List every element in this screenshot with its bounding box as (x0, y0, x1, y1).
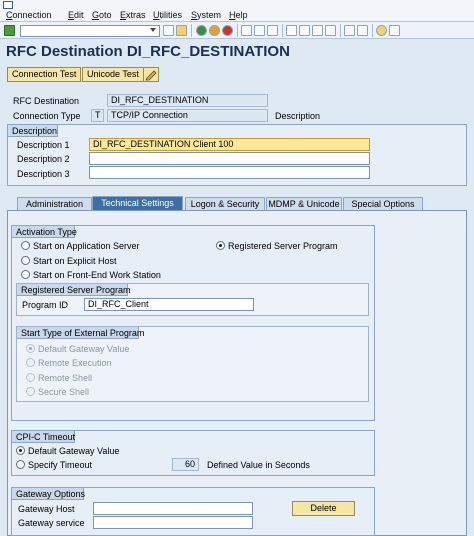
description-2-label: Description 2 (17, 154, 70, 164)
radio-registered-server-program[interactable] (216, 241, 225, 250)
pencil-icon (145, 70, 157, 81)
connection-type-label: Connection Type (13, 111, 81, 121)
radio-cpic-default-gateway[interactable] (16, 446, 25, 455)
command-field[interactable] (20, 25, 160, 37)
collapse-icon[interactable] (163, 25, 174, 36)
shortcut-icon[interactable] (357, 25, 368, 36)
layout-menu-icon[interactable] (389, 25, 400, 36)
find-next-icon[interactable] (267, 25, 278, 36)
remote-execution-label: Remote Execution (38, 358, 112, 368)
command-history-chevron-icon[interactable] (150, 28, 156, 32)
menu-system[interactable]: System (191, 10, 221, 20)
first-page-icon[interactable] (286, 25, 297, 36)
secure-shell-label: Secure Shell (38, 387, 90, 397)
tab-technical-settings[interactable]: Technical Settings (92, 196, 183, 210)
menu-utilities[interactable]: Utilities (153, 10, 182, 20)
print-icon[interactable] (241, 25, 252, 36)
radio-start-on-explicit-host[interactable] (21, 256, 30, 265)
description-1-input[interactable]: DI_RFC_DESTINATION Client 100 (89, 138, 370, 151)
timeout-note: Defined Value in Seconds (207, 460, 310, 470)
radio-remote-shell (26, 373, 35, 382)
connection-type-text: TCP/IP Connection (107, 109, 268, 122)
start-default-gateway-label: Default Gateway Value (38, 344, 130, 354)
delete-button[interactable]: Delete (292, 501, 355, 516)
find-icon[interactable] (254, 25, 265, 36)
gateway-options-title: Gateway Options (12, 488, 85, 500)
gateway-host-label: Gateway Host (18, 504, 75, 514)
menu-connection[interactable]: Connection (6, 10, 52, 20)
enter-icon[interactable] (4, 25, 15, 36)
start-on-front-end-label: Start on Front-End Work Station (33, 270, 161, 280)
activation-type-title: Activation Type (12, 226, 77, 238)
tab-logon-security[interactable]: Logon & Security (185, 197, 265, 210)
rfc-destination-label: RFC Destination (13, 96, 80, 106)
connection-test-button[interactable]: Connection Test (7, 67, 82, 82)
next-page-icon[interactable] (312, 25, 323, 36)
start-on-explicit-host-label: Start on Explicit Host (33, 256, 117, 266)
specify-timeout-label: Specify Timeout (28, 460, 93, 470)
gateway-service-input[interactable] (93, 516, 253, 529)
save-icon[interactable] (176, 25, 187, 36)
help-icon[interactable] (376, 25, 387, 36)
page-title: RFC Destination DI_RFC_DESTINATION (6, 43, 290, 60)
radio-specify-timeout[interactable] (16, 460, 25, 469)
tab-special-options[interactable]: Special Options (343, 197, 423, 210)
gateway-service-label: Gateway service (18, 518, 85, 528)
radio-remote-execution (26, 358, 35, 367)
description-3-input[interactable] (89, 166, 370, 179)
description-1-label: Description 1 (17, 140, 70, 150)
cpic-default-gateway-label: Default Gateway Value (28, 446, 120, 456)
exit-icon[interactable] (209, 25, 220, 36)
description-group-title: Description (8, 125, 58, 137)
description-3-label: Description 3 (17, 169, 70, 179)
sap-window-icon[interactable] (3, 1, 13, 9)
start-type-title: Start Type of External Program (17, 327, 144, 339)
radio-start-default-gateway (26, 344, 35, 353)
radio-start-on-front-end[interactable] (21, 270, 30, 279)
menu-extras[interactable]: Extras (120, 10, 146, 20)
menu-bar: Connection Edit Goto Extras Utilities Sy… (0, 0, 474, 22)
menu-help[interactable]: Help (229, 10, 248, 20)
last-page-icon[interactable] (325, 25, 336, 36)
radio-secure-shell (26, 387, 35, 396)
cancel-icon[interactable] (222, 25, 233, 36)
timeout-value-field[interactable]: 60 (172, 458, 199, 471)
program-id-input[interactable]: DI_RFC_Client (84, 298, 254, 311)
tab-administration[interactable]: Administration (17, 197, 92, 210)
unicode-test-button[interactable]: Unicode Test (82, 67, 144, 82)
tab-mdmp-unicode[interactable]: MDMP & Unicode (266, 197, 342, 210)
gateway-host-input[interactable] (93, 502, 253, 515)
program-id-label: Program ID (22, 300, 69, 310)
start-on-application-server-label: Start on Application Server (33, 241, 140, 251)
previous-page-icon[interactable] (299, 25, 310, 36)
description-2-input[interactable] (89, 152, 370, 165)
new-session-icon[interactable] (344, 25, 355, 36)
cpic-timeout-title: CPI-C Timeout (12, 431, 75, 443)
back-icon[interactable] (196, 25, 207, 36)
registered-server-program-label: Registered Server Program (228, 241, 338, 251)
remote-shell-label: Remote Shell (38, 373, 93, 383)
menu-goto[interactable]: Goto (92, 10, 112, 20)
description-header-label: Description (275, 111, 321, 121)
connection-type-code-field: T (91, 109, 104, 122)
registered-server-title: Registered Server Program (17, 284, 131, 296)
standard-toolbar (0, 22, 474, 39)
edit-pencil-button[interactable] (143, 67, 159, 82)
radio-start-on-application-server[interactable] (21, 241, 30, 250)
rfc-destination-field: DI_RFC_DESTINATION (107, 94, 268, 107)
menu-edit[interactable]: Edit (68, 10, 84, 20)
